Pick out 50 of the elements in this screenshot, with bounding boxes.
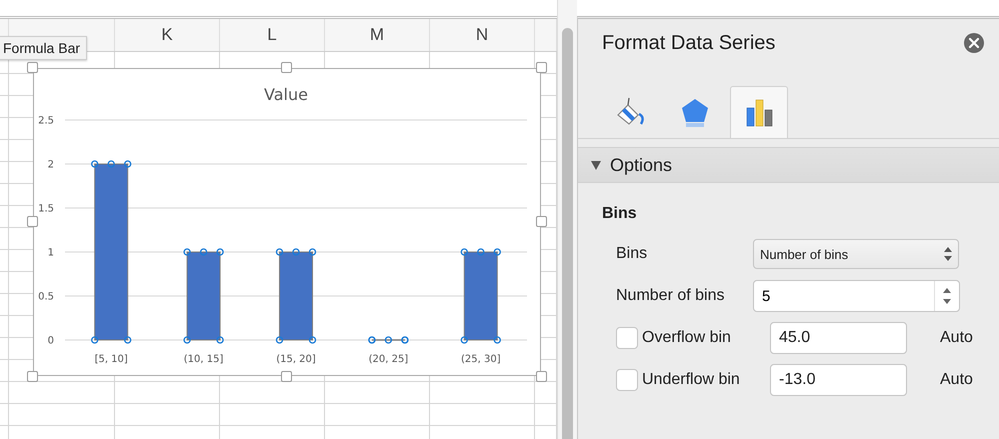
resize-handle[interactable] [27, 62, 38, 73]
chart-title: Value [264, 85, 308, 104]
input-field[interactable]: 45.0 [770, 322, 907, 354]
tooltip: Formula Bar [0, 36, 88, 60]
section-header[interactable]: Options [578, 147, 999, 183]
column-header[interactable]: L [267, 25, 277, 45]
resize-handle[interactable] [27, 371, 38, 382]
column-header[interactable]: M [370, 25, 384, 45]
group-title: Bins [602, 205, 638, 223]
axis-label: 0 [48, 336, 54, 346]
column-header[interactable]: N [476, 25, 488, 45]
axis-label: 1.5 [38, 204, 54, 214]
axis-label: 0.5 [38, 292, 54, 302]
category-label: (20, 25] [368, 354, 408, 365]
axis-label: 2.5 [38, 116, 54, 126]
auto-label: Auto [940, 329, 973, 347]
close-icon[interactable] [963, 32, 985, 54]
axis-label: 2 [48, 160, 54, 170]
category-label: (10, 15] [184, 354, 224, 365]
resize-handle[interactable] [281, 62, 292, 73]
number-field[interactable]: 5 [753, 280, 960, 312]
panel-title: Format Data Series [602, 32, 776, 54]
bar[interactable] [186, 252, 221, 340]
checkbox[interactable] [616, 369, 638, 391]
bar[interactable] [94, 164, 128, 340]
category-label: (25, 30] [461, 354, 501, 365]
resize-handle[interactable] [27, 216, 38, 227]
resize-handle[interactable] [536, 62, 547, 73]
triangle-icon [590, 159, 602, 171]
bar[interactable] [464, 252, 498, 340]
checkbox-label: Overflow bin [642, 329, 732, 347]
tab[interactable] [730, 86, 788, 138]
input-field[interactable]: -13.0 [770, 364, 907, 396]
axis-label: 1 [48, 248, 54, 258]
resize-handle[interactable] [536, 371, 547, 382]
checkbox-label: Underflow bin [642, 371, 741, 389]
resize-handle[interactable] [536, 216, 547, 227]
resize-handle[interactable] [281, 371, 292, 382]
dropdown[interactable]: Number of bins [753, 239, 959, 269]
category-label: (15, 20] [276, 354, 316, 365]
field-label: Number of bins [616, 287, 726, 305]
stepper-arrows-icon[interactable] [943, 288, 951, 304]
stepper-arrows-icon [944, 247, 952, 261]
auto-label: Auto [940, 371, 973, 389]
checkbox[interactable] [616, 327, 638, 349]
field-label: Bins [616, 245, 648, 263]
category-label: [5, 10] [94, 354, 128, 365]
scrollbar-thumb[interactable] [562, 28, 573, 439]
column-header[interactable]: K [161, 25, 173, 45]
selection-handles-drawing[interactable] [91, 160, 501, 344]
